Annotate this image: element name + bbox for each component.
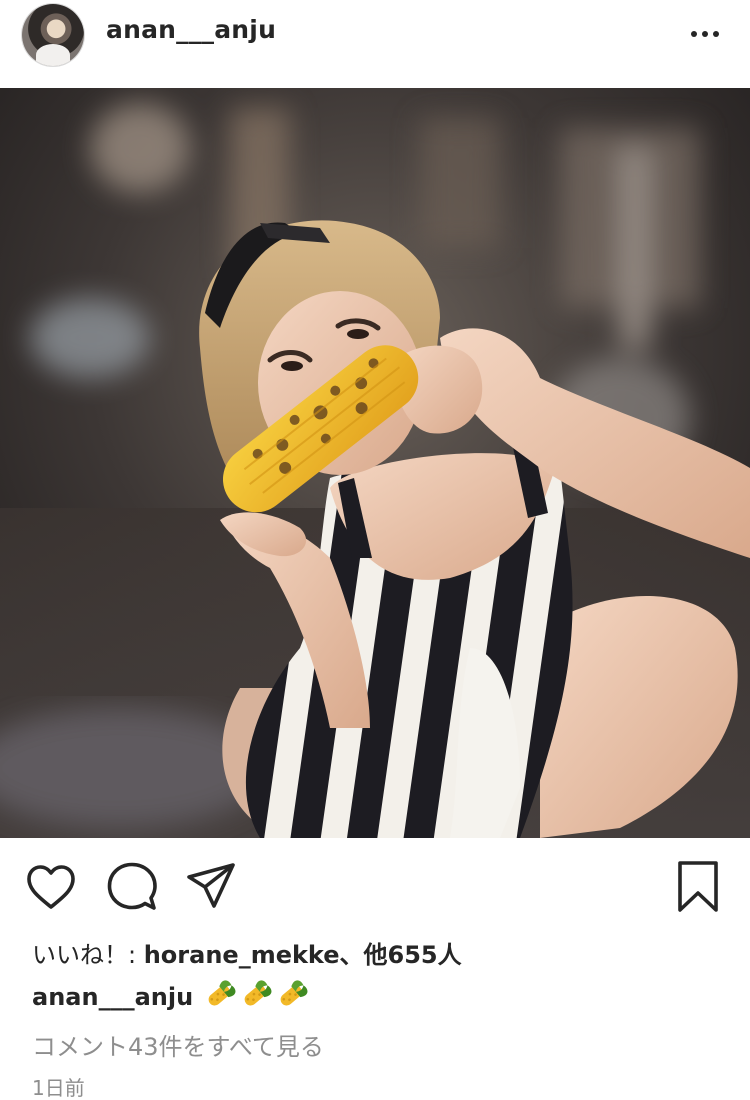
instagram-post: anan___anju いいね！: horane_mekke、他655人 ana…: [0, 0, 750, 1100]
post-header: anan___anju: [0, 0, 750, 88]
corn-emoji: [280, 980, 308, 1006]
post-timestamp: 1日前: [32, 1076, 85, 1100]
avatar[interactable]: [22, 4, 84, 66]
corn-emoji: [208, 980, 236, 1006]
liker-username[interactable]: horane_mekke: [144, 941, 340, 969]
bookmark-outline-icon[interactable]: [674, 860, 722, 914]
speech-bubble-icon[interactable]: [107, 862, 157, 912]
caption-username[interactable]: anan___anju: [32, 983, 193, 1011]
view-all-comments-link[interactable]: コメント43件をすべて見る: [32, 1027, 324, 1062]
heart-outline-icon[interactable]: [26, 864, 76, 910]
photo-illustration: [0, 88, 750, 838]
likes-count[interactable]: 、他655人: [340, 941, 462, 969]
corn-emoji: [244, 980, 272, 1006]
likes-summary[interactable]: いいね！: horane_mekke、他655人: [32, 935, 462, 970]
likes-prefix: いいね！:: [32, 941, 144, 969]
caption: anan___anju: [32, 979, 309, 1011]
username[interactable]: anan___anju: [106, 15, 276, 44]
more-horizontal-icon[interactable]: [688, 22, 722, 46]
paper-plane-icon[interactable]: [186, 862, 236, 910]
post-photo[interactable]: [0, 88, 750, 838]
action-bar: [0, 838, 750, 934]
